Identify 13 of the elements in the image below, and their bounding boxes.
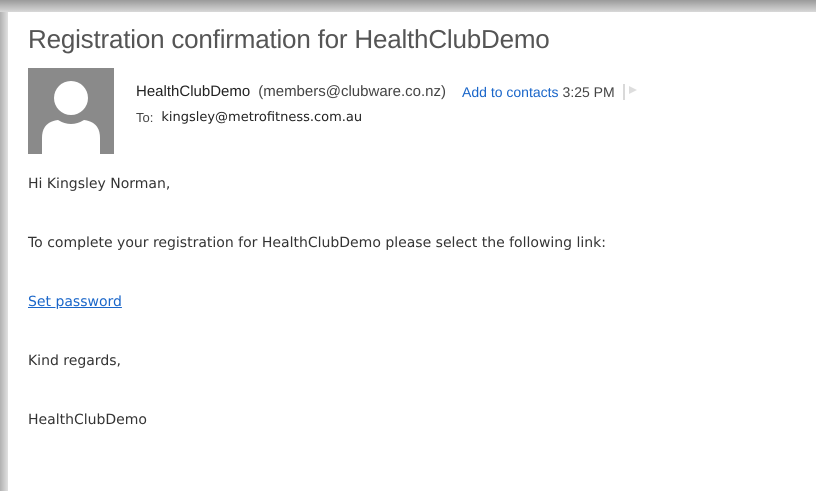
body-paragraph: Kind regards,: [28, 352, 122, 371]
add-to-contacts-link[interactable]: Add to contacts: [462, 84, 559, 100]
sender-name: HealthClubDemo: [136, 83, 250, 100]
set-password-link[interactable]: Set password: [28, 294, 122, 310]
body-paragraph: Hi Kingsley Norman,: [28, 175, 172, 194]
to-label: To:: [136, 110, 154, 125]
body-paragraph: HealthClubDemo: [28, 411, 148, 430]
sender-address: (members@clubware.co.nz): [258, 83, 446, 100]
recipient-address: kingsley@metrofitness.com.au: [161, 110, 362, 125]
body-paragraph: To complete your registration for HealthClubDemo please select the following link:: [28, 234, 607, 253]
flag-icon[interactable]: [622, 84, 639, 100]
email-subject: Registration confirmation for HealthClubDemo: [28, 24, 551, 56]
sent-time: 3:25 PM: [562, 84, 615, 100]
